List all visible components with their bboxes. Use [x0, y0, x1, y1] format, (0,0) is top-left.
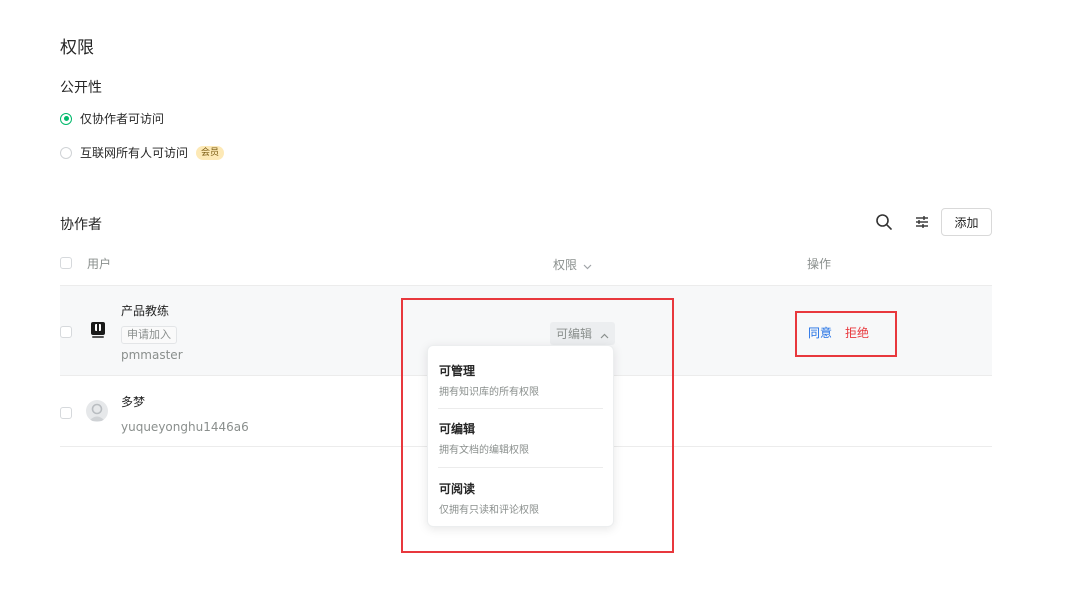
column-header-permission[interactable]: 权限	[553, 255, 592, 274]
collaborator-name: 产品教练	[121, 304, 170, 318]
add-collaborator-button[interactable]: 添加	[941, 208, 992, 236]
column-header-action: 操作	[807, 257, 832, 271]
collaborator-username: pmmaster	[121, 348, 183, 362]
collaborator-name: 多梦	[121, 395, 146, 409]
row-checkbox[interactable]	[60, 407, 72, 419]
page-title: 权限	[60, 38, 94, 58]
radio-selected-icon[interactable]	[60, 112, 72, 125]
highlight-box-permission	[401, 298, 674, 553]
radio-unselected-icon[interactable]	[60, 146, 72, 159]
member-badge: 会员	[196, 145, 225, 160]
row-checkbox[interactable]	[60, 326, 72, 338]
column-header-user: 用户	[87, 257, 112, 271]
row-divider	[60, 285, 992, 286]
filter-settings-icon[interactable]	[914, 214, 930, 230]
visibility-option-public[interactable]: 互联网所有人可访问 会员	[60, 144, 225, 161]
avatar	[86, 400, 108, 422]
select-all-checkbox[interactable]	[60, 257, 72, 269]
visibility-option-label: 互联网所有人可访问	[80, 146, 189, 160]
avatar	[89, 320, 107, 340]
join-request-tag: 申请加入	[121, 326, 177, 344]
visibility-option-collaborators[interactable]: 仅协作者可访问	[60, 110, 164, 127]
search-icon[interactable]	[875, 213, 893, 231]
collaborator-username: yuqueyonghu1446a6	[121, 420, 249, 434]
collaborators-heading: 协作者	[60, 217, 102, 233]
visibility-heading: 公开性	[60, 80, 102, 96]
visibility-option-label: 仅协作者可访问	[80, 112, 165, 126]
highlight-box-actions	[795, 311, 897, 357]
chevron-down-icon	[583, 255, 592, 274]
